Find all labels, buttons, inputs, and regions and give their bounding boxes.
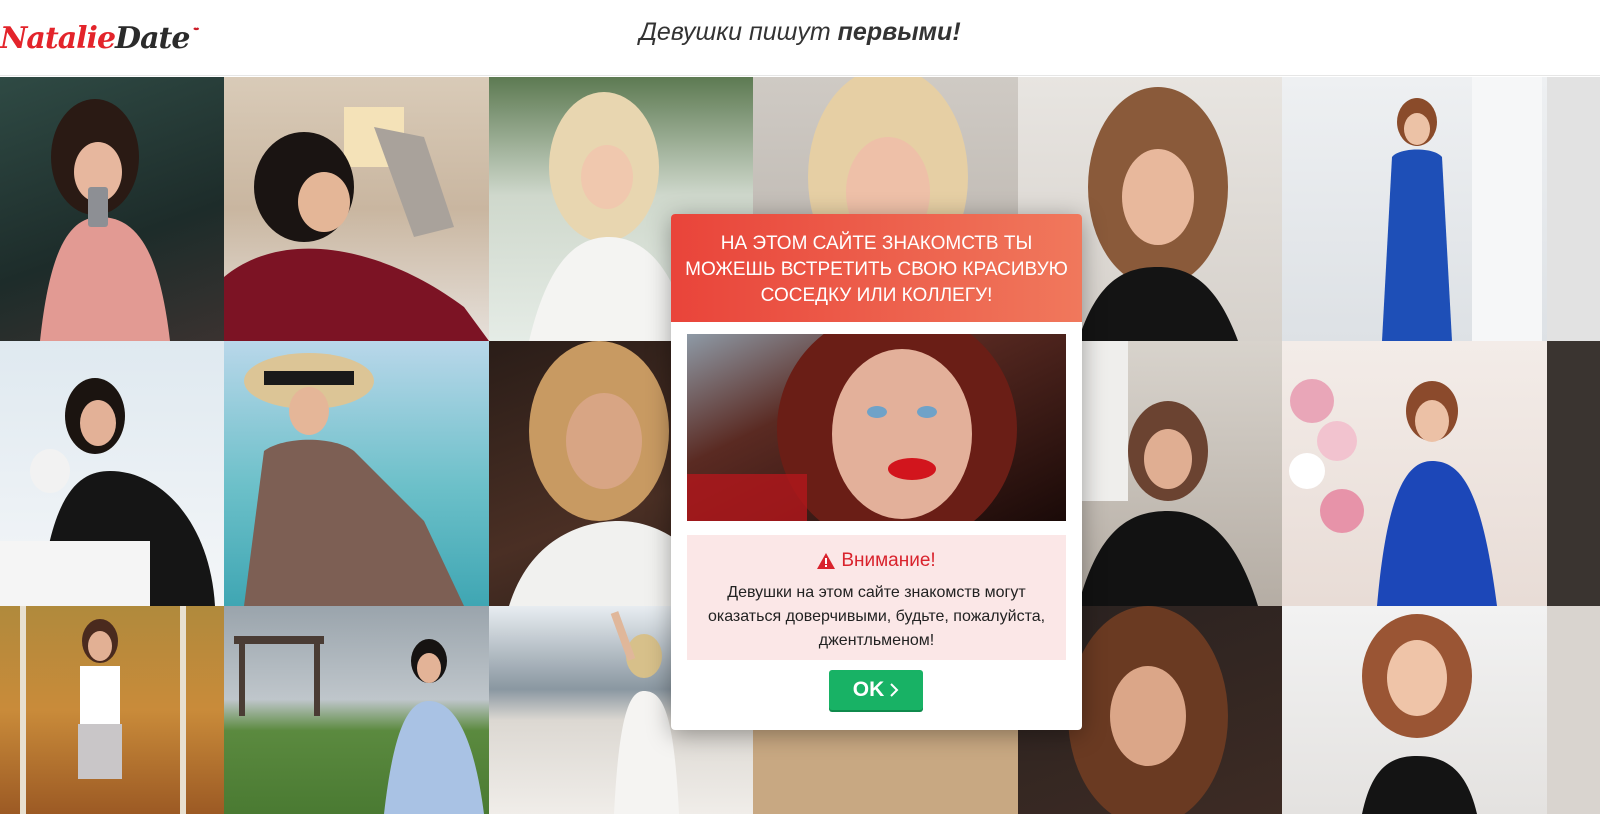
ok-button[interactable]: OK <box>829 670 923 710</box>
tagline-plain: Девушки пишут <box>639 18 838 46</box>
warning-title-text: Внимание! <box>841 550 936 571</box>
page-tagline: Девушки пишут первыми! <box>0 18 1600 47</box>
profile-photo[interactable] <box>1282 77 1547 341</box>
profile-photo[interactable] <box>0 341 224 606</box>
profile-photo[interactable] <box>224 606 489 814</box>
warning-title: Внимание! <box>687 549 1066 573</box>
profile-photo[interactable] <box>1547 606 1600 814</box>
profile-photo[interactable] <box>1547 77 1600 341</box>
modal-title: НА ЭТОМ САЙТЕ ЗНАКОМСТВ ТЫ МОЖЕШЬ ВСТРЕТ… <box>671 214 1082 322</box>
warning-text: Девушки на этом сайте знакомств могут ок… <box>707 584 1046 649</box>
tagline-bold: первыми! <box>837 18 961 46</box>
warning-triangle-icon <box>817 553 836 569</box>
profile-photo[interactable] <box>0 77 224 341</box>
profile-photo[interactable] <box>224 341 489 606</box>
modal-photo <box>687 334 1066 521</box>
profile-photo[interactable] <box>1282 341 1547 606</box>
profile-photo[interactable] <box>1547 341 1600 606</box>
ok-button-label: OK <box>852 678 885 701</box>
site-header: NatalieDate Девушки пишут первыми! <box>0 0 1600 76</box>
warning-box: Внимание! Девушки на этом сайте знакомст… <box>687 535 1066 660</box>
profile-photo[interactable] <box>224 77 489 341</box>
profile-photo[interactable] <box>0 606 224 814</box>
profile-photo[interactable] <box>1282 606 1547 814</box>
chevron-right-icon <box>890 683 899 697</box>
promo-modal: НА ЭТОМ САЙТЕ ЗНАКОМСТВ ТЫ МОЖЕШЬ ВСТРЕТ… <box>671 214 1082 730</box>
